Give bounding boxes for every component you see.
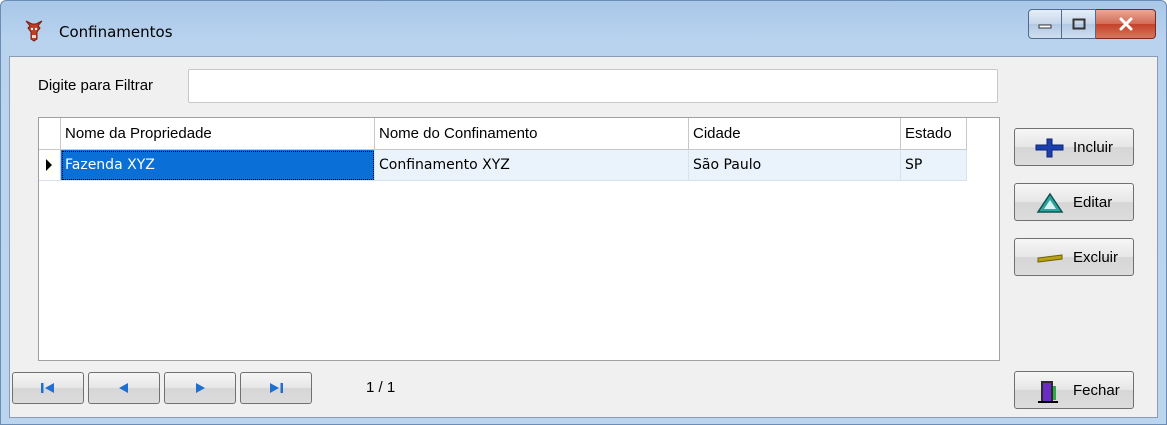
column-header-propriedade[interactable]: Nome da Propriedade bbox=[61, 118, 375, 150]
cell-estado[interactable]: SP bbox=[901, 150, 967, 181]
row-indicator bbox=[39, 150, 61, 181]
filter-label: Digite para Filtrar bbox=[38, 77, 154, 94]
close-icon bbox=[1119, 17, 1132, 31]
table-row[interactable]: Fazenda XYZ Confinamento XYZ São Paulo S… bbox=[39, 150, 967, 181]
editar-label: Editar bbox=[1073, 194, 1113, 211]
column-header-estado[interactable]: Estado bbox=[901, 118, 967, 150]
minimize-icon bbox=[1038, 24, 1052, 29]
cell-confinamento[interactable]: Confinamento XYZ bbox=[375, 150, 689, 181]
client-area: Digite para Filtrar Nome da Propriedade … bbox=[9, 56, 1158, 418]
maximize-button[interactable] bbox=[1062, 9, 1096, 39]
column-header-cidade[interactable]: Cidade bbox=[689, 118, 901, 150]
add-cross-icon bbox=[1035, 137, 1065, 159]
maximize-icon bbox=[1072, 18, 1085, 30]
grid-header: Nome da Propriedade Nome do Confinamento… bbox=[39, 118, 967, 150]
cell-cidade[interactable]: São Paulo bbox=[689, 150, 901, 181]
cell-propriedade[interactable]: Fazenda XYZ bbox=[61, 150, 375, 181]
title-bar[interactable]: Confinamentos bbox=[1, 1, 1166, 55]
filter-input[interactable] bbox=[188, 69, 998, 103]
column-header-confinamento[interactable]: Nome do Confinamento bbox=[375, 118, 689, 150]
minimize-button[interactable] bbox=[1028, 9, 1062, 39]
door-exit-icon bbox=[1035, 380, 1065, 403]
next-icon bbox=[196, 383, 205, 393]
edit-triangle-icon bbox=[1035, 192, 1065, 214]
delete-dash-icon bbox=[1035, 247, 1065, 269]
excluir-label: Excluir bbox=[1073, 249, 1119, 266]
incluir-label: Incluir bbox=[1073, 139, 1114, 156]
last-icon bbox=[270, 383, 283, 393]
window-title: Confinamentos bbox=[59, 23, 173, 41]
first-record-button[interactable] bbox=[12, 372, 84, 404]
confinamentos-window: Confinamentos Digite para Filtrar Nome d… bbox=[0, 0, 1167, 425]
record-position: 1 / 1 bbox=[366, 379, 396, 396]
fechar-label: Fechar bbox=[1073, 382, 1120, 399]
previous-record-button[interactable] bbox=[88, 372, 160, 404]
fechar-button[interactable]: Fechar bbox=[1014, 371, 1134, 409]
editar-button[interactable]: Editar bbox=[1014, 183, 1134, 221]
window-controls bbox=[1028, 9, 1156, 39]
cattle-icon bbox=[23, 18, 45, 42]
incluir-button[interactable]: Incluir bbox=[1014, 128, 1134, 166]
close-button[interactable] bbox=[1096, 9, 1156, 39]
first-icon bbox=[41, 383, 54, 393]
excluir-button[interactable]: Excluir bbox=[1014, 238, 1134, 276]
confinamentos-grid[interactable]: Nome da Propriedade Nome do Confinamento… bbox=[38, 117, 1000, 361]
prev-icon bbox=[119, 383, 128, 393]
header-indicator-cell bbox=[39, 118, 61, 150]
next-record-button[interactable] bbox=[164, 372, 236, 404]
last-record-button[interactable] bbox=[240, 372, 312, 404]
current-row-arrow-icon bbox=[46, 159, 52, 171]
